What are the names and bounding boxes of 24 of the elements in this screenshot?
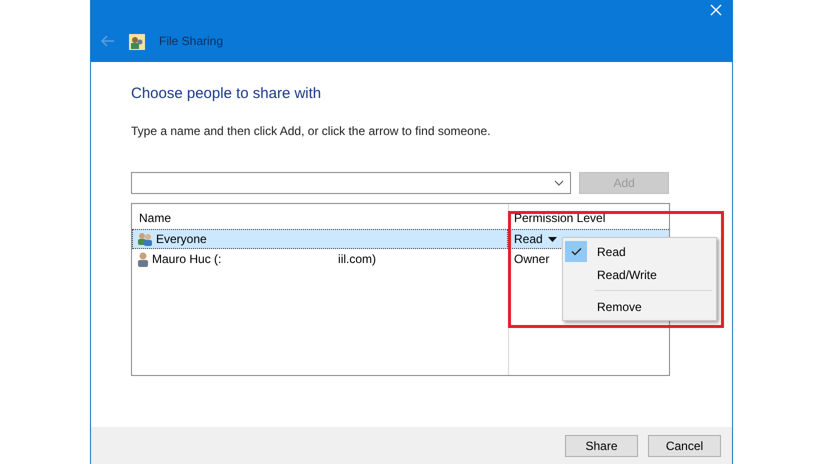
chevron-down-icon[interactable] [554,180,564,186]
name-combo-box[interactable] [131,172,572,194]
people-folder-icon [129,34,145,50]
column-header[interactable]: Name [132,209,508,229]
menu-item[interactable]: Read/Write [565,263,714,286]
cancel-button[interactable]: Cancel [648,434,721,456]
people-icon [137,232,153,246]
permission-level[interactable]: Owner [514,250,550,268]
instruction-text: Type a name and then click Add, or click the arrow to find someone. [131,123,492,140]
checkmark-icon [570,247,582,256]
menu-item[interactable]: Read [565,240,714,263]
user-name: Mauro Huc (: iil.com) [152,251,376,268]
menu-item[interactable]: Remove [565,295,714,318]
column-header[interactable]: Permission Level [509,209,669,229]
list-row[interactable]: Everyone [132,229,508,249]
share-button[interactable]: Share [565,434,638,456]
dropdown-arrow-icon[interactable] [548,236,557,242]
close-icon[interactable] [710,4,722,16]
heading: Choose people to share with [131,84,322,104]
permission-level[interactable]: Read [514,230,543,248]
window-title: File Sharing [159,33,224,50]
person-icon [137,252,149,266]
user-name: Everyone [156,231,207,248]
list-row[interactable]: Mauro Huc (: iil.com) [132,249,508,269]
